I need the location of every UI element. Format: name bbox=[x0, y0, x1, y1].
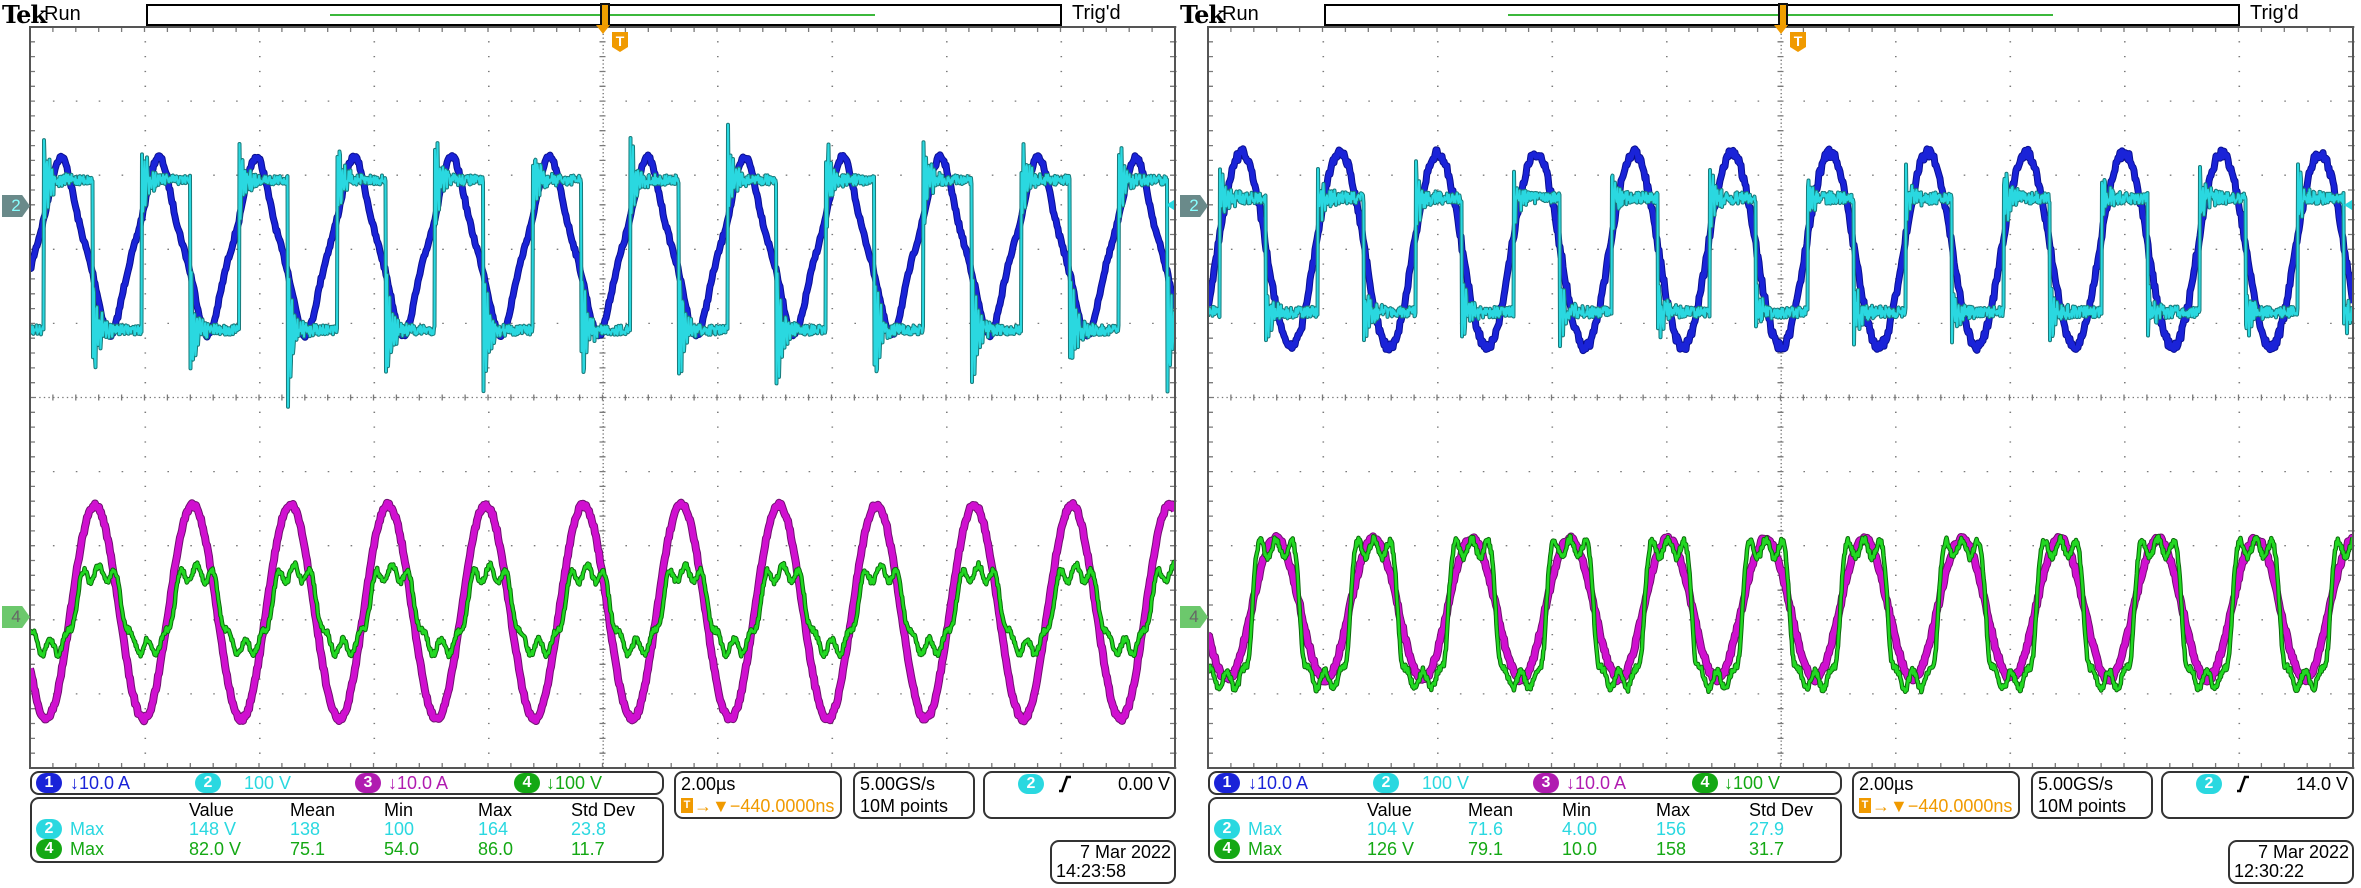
waveform-display bbox=[29, 26, 1177, 769]
measurement-channel-badge: 4 bbox=[1214, 839, 1240, 859]
channel-4-scale[interactable]: ↓100 V bbox=[1724, 773, 1780, 793]
measurement-type: Max bbox=[1248, 819, 1283, 839]
trigger-source-badge: 2 bbox=[1018, 774, 1044, 794]
channel-1-scale[interactable]: ↓10.0 A bbox=[70, 773, 130, 793]
channel-4-button[interactable]: 4 bbox=[1692, 773, 1718, 793]
channel-1-button[interactable]: 1 bbox=[1214, 773, 1240, 793]
brand-logo: Tek bbox=[1180, 0, 1225, 29]
measurement-value: 138 bbox=[290, 819, 321, 839]
channel-2-scale[interactable]: 100 V bbox=[1422, 773, 1469, 793]
channel-3-button[interactable]: 3 bbox=[355, 773, 381, 793]
record-length: 10M points bbox=[860, 796, 949, 816]
measurement-panel bbox=[30, 797, 664, 863]
channel-3-scale[interactable]: ↓10.0 A bbox=[1566, 773, 1626, 793]
measurement-type: Max bbox=[1248, 839, 1283, 859]
measurement-header: Mean bbox=[290, 800, 336, 820]
trigger-level: 14.0 V bbox=[2295, 774, 2348, 794]
delay-trigger-icon: T bbox=[681, 798, 693, 813]
delay-trigger-icon: T bbox=[1859, 798, 1871, 813]
time: 12:30:22 bbox=[2234, 861, 2305, 881]
measurement-header: Max bbox=[1656, 800, 1691, 820]
date: 7 Mar 2022 bbox=[2257, 842, 2349, 862]
measurement-value: 148 V bbox=[189, 819, 237, 839]
measurement-channel-badge: 4 bbox=[36, 839, 62, 859]
measurement-panel bbox=[1208, 797, 1842, 863]
channel-3-button[interactable]: 3 bbox=[1533, 773, 1559, 793]
measurement-header: Value bbox=[189, 800, 234, 820]
measurement-value: 126 V bbox=[1367, 839, 1415, 859]
measurement-value: 54.0 bbox=[384, 839, 420, 859]
measurement-value: 75.1 bbox=[290, 839, 326, 859]
brand-logo: Tek bbox=[2, 0, 47, 29]
trigger-level-arrow-icon[interactable] bbox=[2344, 200, 2352, 210]
rising-edge-slope-icon bbox=[2237, 775, 2249, 793]
trigger-position-marker[interactable] bbox=[600, 3, 610, 27]
trigger-level-arrow-icon[interactable] bbox=[1166, 200, 1174, 210]
measurement-value: 10.0 bbox=[1562, 839, 1598, 859]
measurement-header: Min bbox=[1562, 800, 1592, 820]
measurement-value: 79.1 bbox=[1468, 839, 1504, 859]
measurement-header: Mean bbox=[1468, 800, 1514, 820]
graticule-dots bbox=[1207, 26, 2355, 769]
measurement-value: 82.0 V bbox=[189, 839, 242, 859]
time: 14:23:58 bbox=[1056, 861, 1127, 881]
measurement-value: 104 V bbox=[1367, 819, 1415, 839]
acquisition-state: Run bbox=[44, 3, 81, 25]
scope-screen-2: Tek Run Trig'd T 2 4 1 ↓10.0 A 2 100 V 3 ↓… bbox=[1178, 0, 2358, 888]
measurement-header: Value bbox=[1367, 800, 1412, 820]
channel-1-button[interactable]: 1 bbox=[36, 773, 62, 793]
trigger-status: Trig'd bbox=[2250, 2, 2299, 24]
trigger-status: Trig'd bbox=[1072, 2, 1121, 24]
measurement-type: Max bbox=[70, 839, 105, 859]
channel-2-button[interactable]: 2 bbox=[195, 773, 221, 793]
sample-rate: 5.00GS/s bbox=[2038, 774, 2114, 794]
measurement-header: Std Dev bbox=[571, 800, 636, 820]
record-view-bar[interactable] bbox=[146, 3, 1062, 27]
channel-3-scale[interactable]: ↓10.0 A bbox=[388, 773, 448, 793]
channel-2-scale[interactable]: 100 V bbox=[244, 773, 291, 793]
waveform-display bbox=[1207, 26, 2355, 769]
measurement-value: 100 bbox=[384, 819, 415, 839]
measurement-header: Std Dev bbox=[1749, 800, 1814, 820]
horizontal-delay: →▼−440.0000ns bbox=[1872, 796, 2013, 816]
measurement-value: 158 bbox=[1656, 839, 1687, 859]
channel-4-button[interactable]: 4 bbox=[514, 773, 540, 793]
time-per-division: 2.00µs bbox=[1859, 774, 1914, 794]
sample-rate: 5.00GS/s bbox=[860, 774, 936, 794]
measurement-value: 164 bbox=[478, 819, 509, 839]
time-per-division: 2.00µs bbox=[681, 774, 736, 794]
trigger-position-marker[interactable] bbox=[1778, 3, 1788, 27]
measurement-value: 4.00 bbox=[1562, 819, 1598, 839]
measurement-value: 86.0 bbox=[478, 839, 514, 859]
acquisition-state: Run bbox=[1222, 3, 1259, 25]
measurement-channel-badge: 2 bbox=[36, 819, 62, 839]
measurement-value: 11.7 bbox=[571, 839, 605, 859]
record-length: 10M points bbox=[2038, 796, 2127, 816]
channel-2-button[interactable]: 2 bbox=[1373, 773, 1399, 793]
measurement-value: 156 bbox=[1656, 819, 1687, 839]
measurement-value: 71.6 bbox=[1468, 819, 1504, 839]
measurement-header: Max bbox=[478, 800, 513, 820]
measurement-value: 23.8 bbox=[571, 819, 607, 839]
measurement-header: Min bbox=[384, 800, 414, 820]
measurement-value: 31.7 bbox=[1749, 839, 1785, 859]
measurement-channel-badge: 2 bbox=[1214, 819, 1240, 839]
record-view-bar[interactable] bbox=[1324, 3, 2240, 27]
channel-4-scale[interactable]: ↓100 V bbox=[546, 773, 602, 793]
scope-screen-1: Tek Run Trig'd T 2 4 1 ↓10.0 A 2 100 V 3 ↓… bbox=[0, 0, 1180, 888]
rising-edge-slope-icon bbox=[1059, 775, 1071, 793]
trigger-point-arrow-icon bbox=[1774, 25, 1788, 34]
date: 7 Mar 2022 bbox=[1079, 842, 1171, 862]
channel-1-scale[interactable]: ↓10.0 A bbox=[1248, 773, 1308, 793]
trigger-point-arrow-icon bbox=[596, 25, 610, 34]
measurement-value: 27.9 bbox=[1749, 819, 1785, 839]
trigger-level: 0.00 V bbox=[1117, 774, 1170, 794]
trigger-source-badge: 2 bbox=[2196, 774, 2222, 794]
horizontal-delay: →▼−440.0000ns bbox=[694, 796, 835, 816]
measurement-type: Max bbox=[70, 819, 105, 839]
